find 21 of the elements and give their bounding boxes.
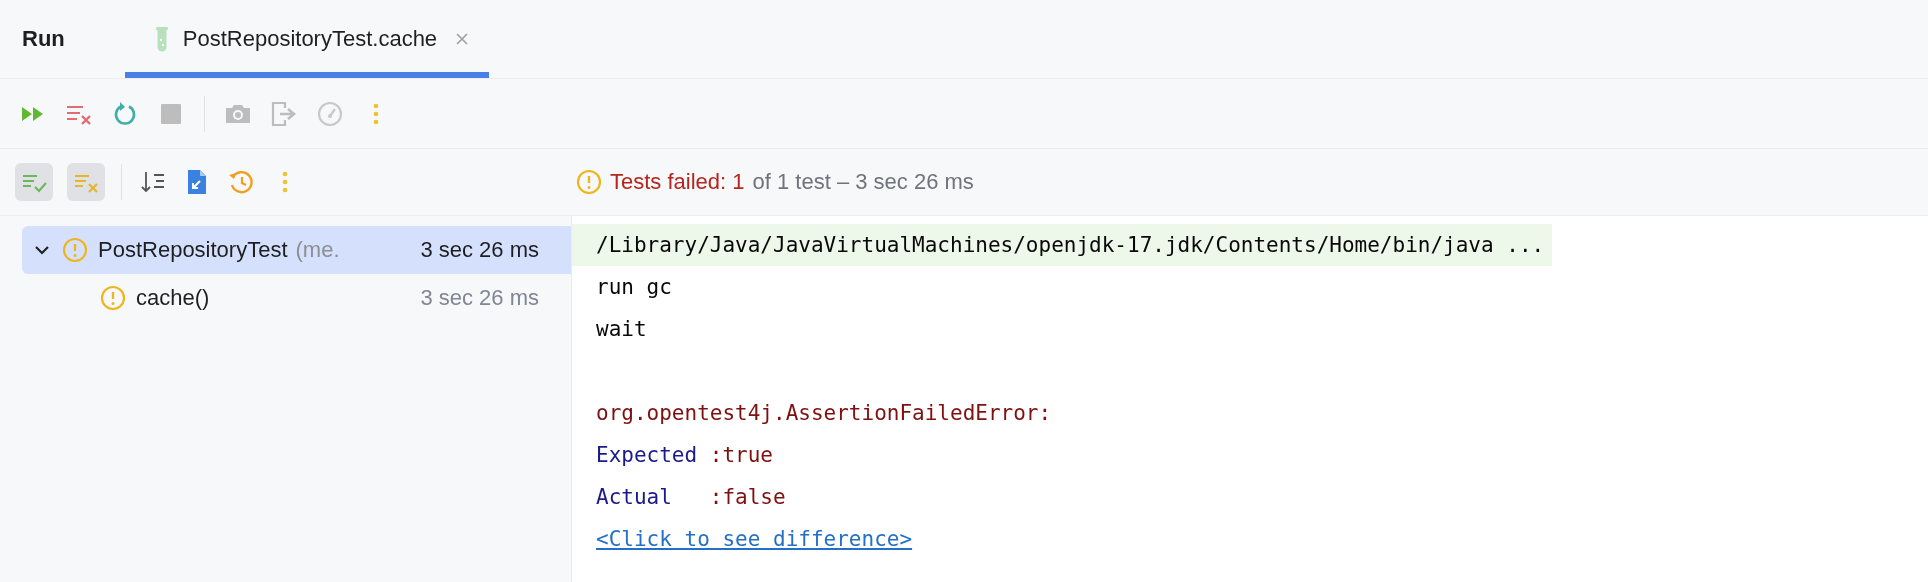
error-line: org.opentest4j.AssertionFailedError: — [595, 400, 1053, 427]
editor-tab[interactable]: PostRepositoryTest.cache — [124, 0, 490, 78]
warning-icon — [100, 285, 126, 311]
comparison-label: Actual — [596, 484, 673, 511]
warning-icon — [62, 237, 88, 263]
comparison-value: :false — [709, 485, 786, 509]
close-icon[interactable] — [455, 32, 470, 46]
failed-count: Tests failed: 1 — [610, 169, 745, 195]
diff-link[interactable]: <Click to see difference> — [596, 527, 913, 551]
test-summary: of 1 test – 3 sec 26 ms — [752, 169, 974, 195]
tree-row[interactable]: cache() 3 sec 26 ms — [22, 274, 571, 322]
test-tube-icon — [154, 26, 169, 52]
tree-row[interactable]: PostRepositoryTest (me. 3 sec 26 ms — [22, 226, 571, 274]
output-line: wait — [595, 316, 648, 343]
comparison-value: :true — [709, 443, 773, 467]
warning-icon — [576, 169, 602, 195]
show-passed-toggle[interactable] — [15, 163, 53, 201]
panel-title: Run — [22, 26, 65, 52]
comparison-label: Expected — [596, 442, 699, 469]
output-line: run gc — [595, 274, 673, 301]
show-ignored-toggle[interactable] — [67, 163, 105, 201]
